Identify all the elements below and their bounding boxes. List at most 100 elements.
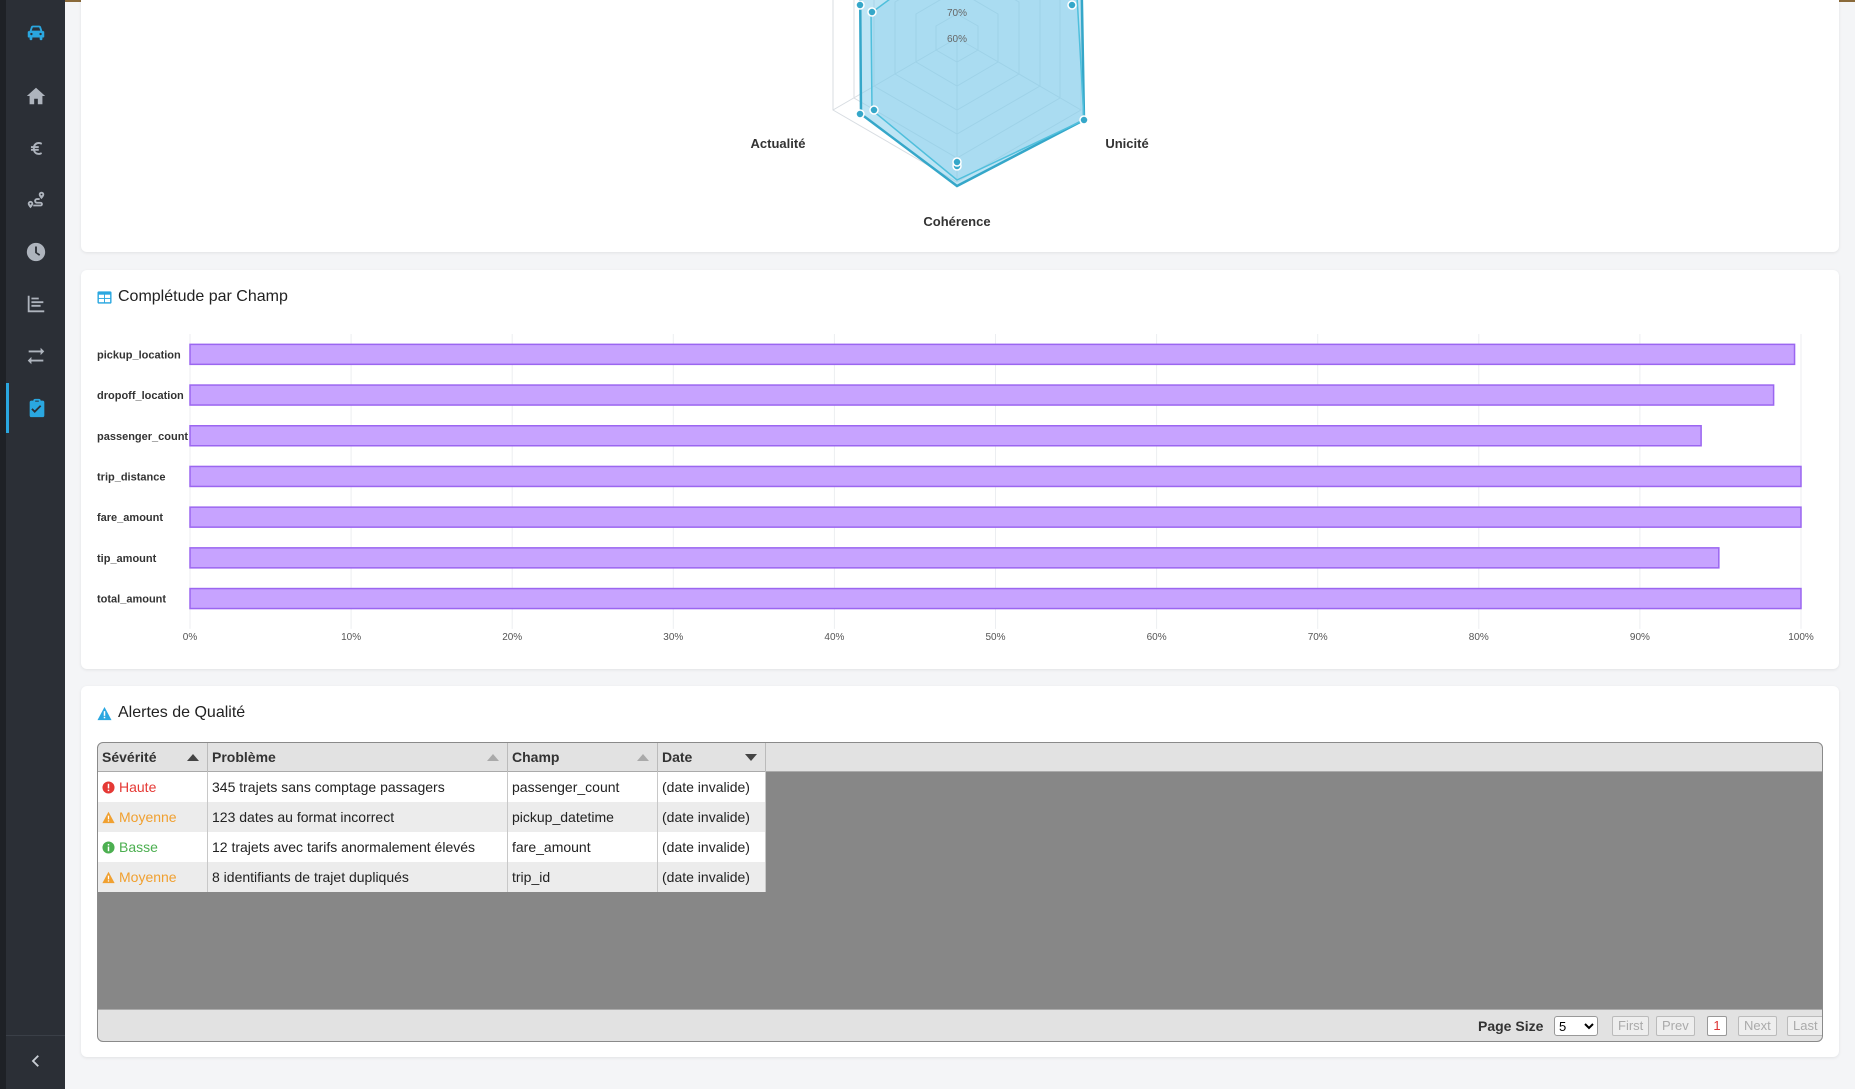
- pagination-bar: Page Size 5 First Prev 1 Next Last: [98, 1009, 1822, 1041]
- route-icon: [27, 191, 44, 209]
- severity-cell: Basse: [98, 832, 208, 862]
- error-icon: [102, 780, 115, 794]
- problem-cell: 8 identifiants de trajet dupliqués: [208, 862, 508, 892]
- column-header-field-label: Champ: [512, 749, 560, 765]
- problem-cell: 123 dates au format incorrect: [208, 802, 508, 832]
- x-tick-label: 70%: [1308, 632, 1328, 643]
- euro-icon: [30, 142, 42, 155]
- field-cell: passenger_count: [508, 772, 658, 802]
- problem-cell: 12 trajets avec tarifs anormalement élev…: [208, 832, 508, 862]
- x-tick-label: 90%: [1630, 632, 1650, 643]
- next-page-button[interactable]: Next: [1738, 1016, 1777, 1036]
- sidebar-item-routes[interactable]: [6, 175, 65, 225]
- last-page-button[interactable]: Last: [1787, 1016, 1822, 1036]
- bar-tip_amount[interactable]: [189, 547, 1720, 569]
- radar-axis-unicite: Unicité: [1105, 136, 1148, 151]
- bar-fare_amount[interactable]: [189, 506, 1802, 528]
- severity-cell: Haute: [98, 772, 208, 802]
- table-row[interactable]: Moyenne 123 dates au format incorrect pick…: [98, 802, 766, 832]
- first-page-button[interactable]: First: [1612, 1016, 1650, 1036]
- x-tick-label: 30%: [663, 632, 683, 643]
- sidebar: [0, 0, 65, 1089]
- radar-chart: 70% 60% Actualité Unicité Cohérence: [751, 0, 1149, 229]
- bar-pickup_location[interactable]: [189, 343, 1796, 366]
- category-label: total_amount: [97, 594, 166, 606]
- alerts-table: Sévérité Problème Champ Date Haute 345 tr…: [97, 742, 1823, 1042]
- column-header-severity[interactable]: Sévérité: [98, 743, 208, 772]
- alerts-title-text: Alertes de Qualité: [118, 704, 246, 721]
- column-header-field[interactable]: Champ: [508, 743, 658, 772]
- problem-cell: 345 trajets sans comptage passagers: [208, 772, 508, 802]
- warning-icon: [102, 811, 115, 823]
- home-icon: [26, 87, 45, 105]
- clock-icon: [26, 242, 45, 262]
- sort-desc-icon: [745, 754, 757, 761]
- completeness-bar-chart: 0% 10% 20% 30% 40% 50% 60% 70% 80% 90% 100% pickup_…: [97, 334, 1814, 643]
- category-label: trip_distance: [97, 471, 165, 483]
- alerts-table-header: Sévérité Problème Champ Date: [98, 743, 1822, 772]
- sidebar-collapse-button[interactable]: [6, 1035, 65, 1085]
- severity-cell: Moyenne: [98, 802, 208, 832]
- sidebar-item-analytics[interactable]: [6, 279, 65, 329]
- bar-chart-icon: [27, 295, 44, 313]
- radar-tick-70: 70%: [947, 8, 967, 19]
- x-tick-label: 80%: [1469, 632, 1489, 643]
- column-header-severity-label: Sévérité: [102, 749, 157, 765]
- bar-passenger_count[interactable]: [189, 425, 1702, 447]
- bar-dropoff_location[interactable]: [189, 384, 1775, 406]
- column-header-date-label: Date: [662, 749, 693, 765]
- current-page-button[interactable]: 1: [1707, 1016, 1727, 1036]
- field-cell: fare_amount: [508, 832, 658, 862]
- warning-icon: [102, 871, 115, 883]
- category-label: passenger_count: [97, 431, 188, 443]
- column-header-problem[interactable]: Problème: [208, 743, 508, 772]
- sidebar-item-revenue[interactable]: [6, 123, 65, 173]
- clipboard-check-icon: [29, 398, 45, 418]
- date-cell: (date invalide): [658, 772, 766, 802]
- sort-asc-icon: [187, 754, 199, 761]
- date-cell: (date invalide): [658, 802, 766, 832]
- x-tick-label: 20%: [502, 632, 522, 643]
- category-label: dropoff_location: [97, 390, 184, 402]
- table-row[interactable]: Basse 12 trajets avec tarifs anormalement…: [98, 832, 766, 862]
- taxi-icon: [27, 25, 44, 41]
- warning-icon: [97, 706, 112, 720]
- bar-trip_distance[interactable]: [189, 465, 1802, 488]
- x-tick-label: 50%: [985, 632, 1005, 643]
- severity-label: Basse: [119, 839, 158, 855]
- quality-radar-card: 70% 60% Actualité Unicité Cohérence: [81, 0, 1839, 252]
- radar-axis-coherence: Cohérence: [923, 214, 990, 229]
- field-cell: pickup_datetime: [508, 802, 658, 832]
- alerts-card: Alertes de Qualité Sévérité Problème Cha…: [81, 686, 1839, 1057]
- column-header-date[interactable]: Date: [658, 743, 766, 772]
- sort-icon: [487, 754, 499, 761]
- x-tick-label: 60%: [1147, 632, 1167, 643]
- page-size-label: Page Size: [1478, 1018, 1544, 1034]
- category-label: pickup_location: [97, 349, 181, 361]
- table-row[interactable]: Haute 345 trajets sans comptage passagers…: [98, 772, 766, 802]
- x-tick-label: 0%: [183, 632, 198, 643]
- completeness-card: Complétude par Champ 0% 10% 20% 30% 40% 50% 60…: [81, 270, 1839, 669]
- sort-icon: [637, 754, 649, 761]
- chevron-left-icon: [31, 1054, 39, 1067]
- bar-total_amount[interactable]: [189, 587, 1802, 610]
- field-cell: trip_id: [508, 862, 658, 892]
- date-cell: (date invalide): [658, 832, 766, 862]
- severity-label: Moyenne: [119, 869, 177, 885]
- date-cell: (date invalide): [658, 862, 766, 892]
- sidebar-item-time[interactable]: [6, 227, 65, 277]
- sidebar-item-quality[interactable]: [6, 383, 65, 433]
- sidebar-item-brand[interactable]: [6, 7, 65, 57]
- radar-tick-60: 60%: [947, 34, 967, 45]
- severity-label: Moyenne: [119, 809, 177, 825]
- column-header-problem-label: Problème: [212, 749, 276, 765]
- exchange-icon: [27, 347, 44, 365]
- page-size-select[interactable]: 5: [1554, 1016, 1598, 1036]
- category-label: tip_amount: [97, 553, 157, 565]
- sidebar-item-transfers[interactable]: [6, 331, 65, 381]
- sidebar-item-home[interactable]: [6, 71, 65, 121]
- x-tick-label: 10%: [341, 632, 361, 643]
- radar-area-inner: [870, 0, 1085, 181]
- prev-page-button[interactable]: Prev: [1656, 1016, 1695, 1036]
- table-row[interactable]: Moyenne 8 identifiants de trajet dupliqué…: [98, 862, 766, 892]
